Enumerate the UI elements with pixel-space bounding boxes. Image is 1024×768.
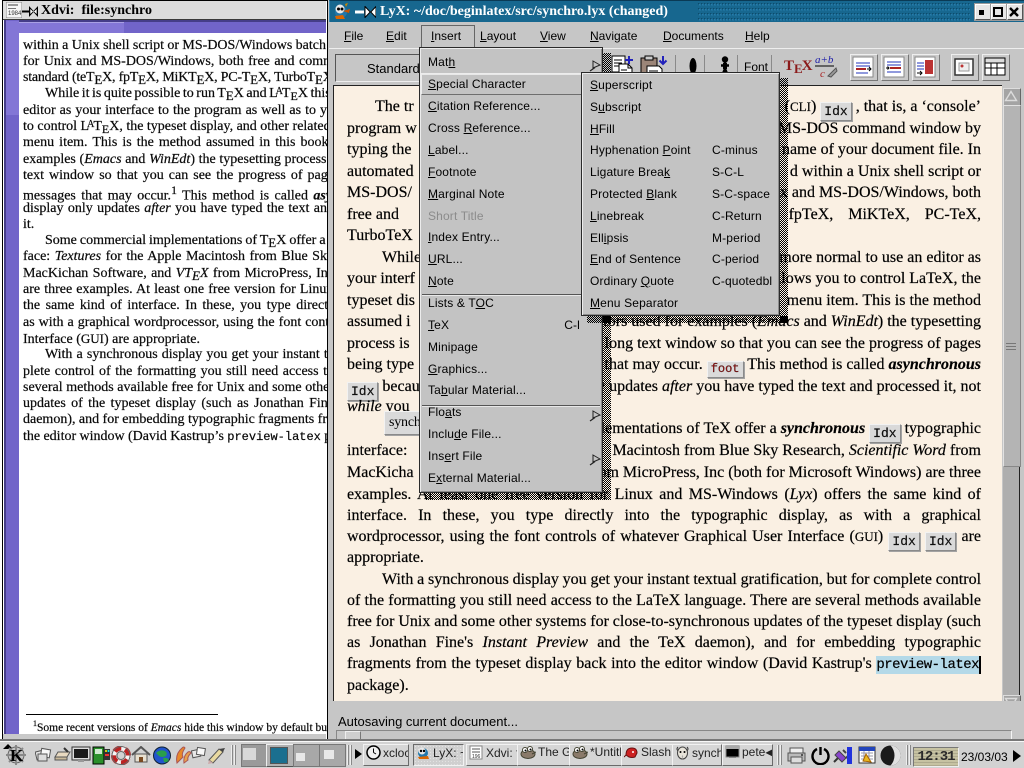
svg-text:196: 196: [472, 754, 481, 760]
svg-text:c: c: [820, 68, 825, 80]
svg-text:a+b: a+b: [815, 54, 834, 66]
svg-text:K: K: [10, 746, 24, 765]
svg-text:1984: 1984: [8, 11, 22, 17]
